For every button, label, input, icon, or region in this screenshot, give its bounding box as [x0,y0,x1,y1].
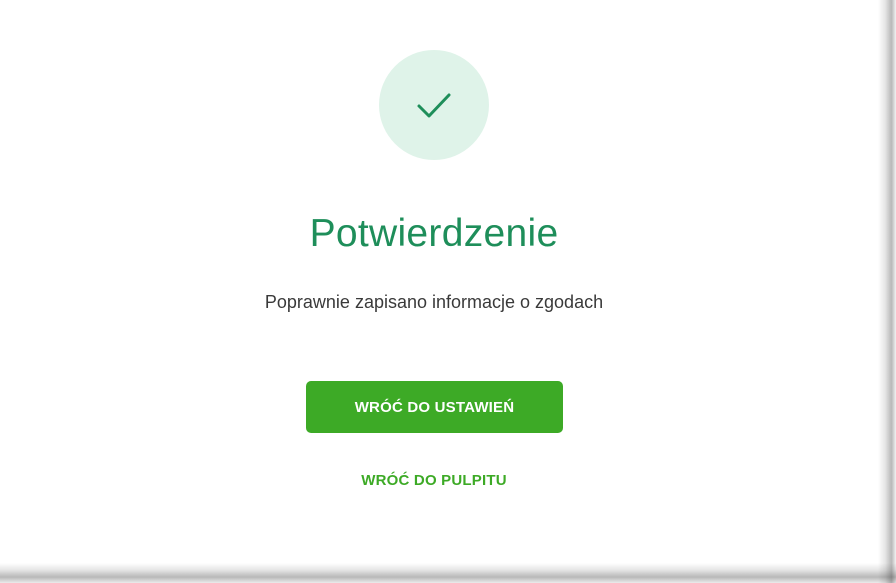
check-icon [417,93,451,118]
confirmation-card: Potwierdzenie Poprawnie zapisano informa… [0,0,878,563]
page: Potwierdzenie Poprawnie zapisano informa… [0,0,896,583]
success-badge [379,50,489,160]
card-shadow-bottom [0,563,896,583]
back-to-settings-button[interactable]: WRÓĆ DO USTAWIEŃ [306,381,563,433]
back-to-dashboard-link[interactable]: WRÓĆ DO PULPITU [0,472,868,489]
confirmation-message: Poprawnie zapisano informacje o zgodach [264,292,604,312]
card-shadow-right [878,0,896,583]
page-title: Potwierdzenie [309,212,559,255]
